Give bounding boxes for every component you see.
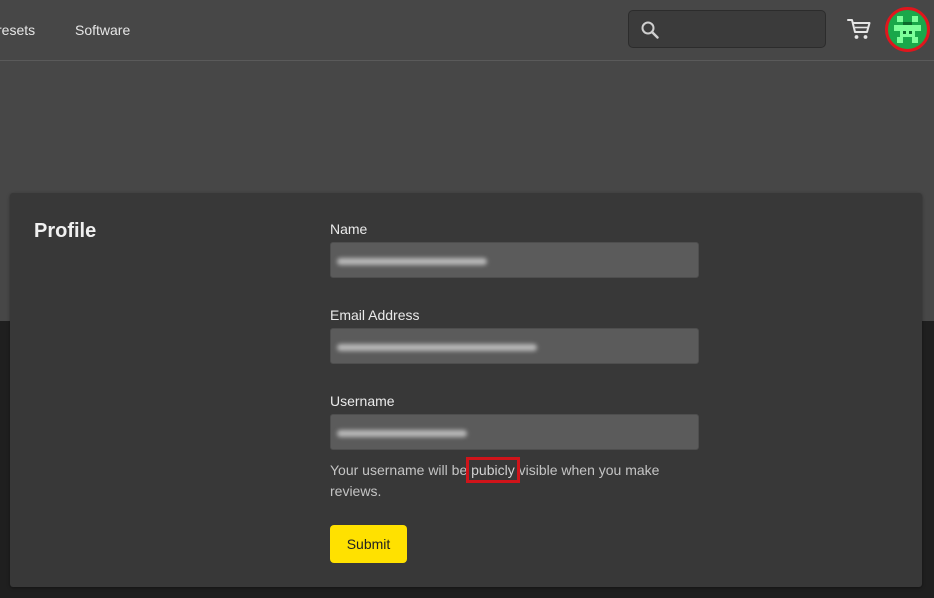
nav-link-presets[interactable]: resets <box>0 22 35 38</box>
username-help-text: Your username will be pubicly visible wh… <box>330 457 670 502</box>
typo-highlight: pubicly <box>466 457 520 483</box>
redacted-value <box>337 430 467 437</box>
user-avatar[interactable] <box>885 7 930 52</box>
navbar: resets Software <box>0 0 934 61</box>
pixel-avatar-icon <box>891 13 924 46</box>
profile-card: Profile Name Email Address Username Your… <box>10 193 922 587</box>
nav-link-software[interactable]: Software <box>75 22 130 38</box>
name-field[interactable] <box>330 242 699 278</box>
cart-icon[interactable] <box>846 16 872 42</box>
help-text-start: Your username will be <box>330 462 472 478</box>
submit-button[interactable]: Submit <box>330 525 407 563</box>
username-label: Username <box>330 393 395 409</box>
search-input[interactable] <box>665 17 815 41</box>
username-field[interactable] <box>330 414 699 450</box>
redacted-value <box>337 258 487 265</box>
search-box[interactable] <box>628 10 826 48</box>
name-label: Name <box>330 221 368 237</box>
email-label: Email Address <box>330 307 420 323</box>
email-field[interactable] <box>330 328 699 364</box>
search-icon <box>641 21 659 39</box>
redacted-value <box>337 344 537 351</box>
profile-title: Profile <box>34 220 97 242</box>
